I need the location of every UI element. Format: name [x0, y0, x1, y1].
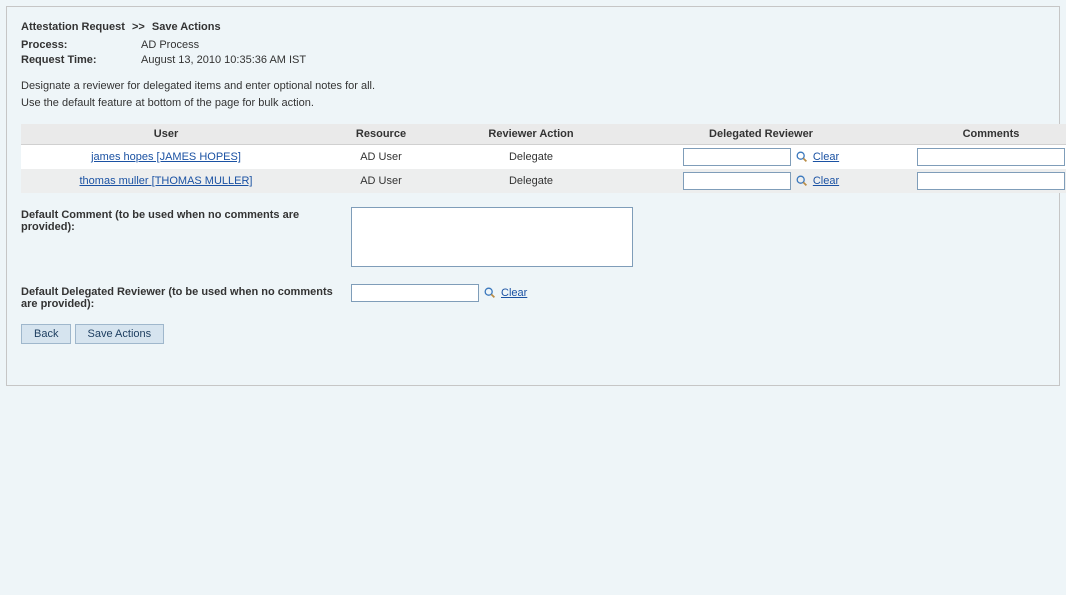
actions-table: User Resource Reviewer Action Delegated …: [21, 124, 1066, 193]
default-comment-textarea[interactable]: [351, 207, 633, 267]
action-cell: Delegate: [451, 169, 611, 193]
default-reviewer-label: Default Delegated Reviewer (to be used w…: [21, 284, 351, 310]
action-cell: Delegate: [451, 145, 611, 170]
save-actions-button[interactable]: Save Actions: [75, 324, 165, 344]
resource-cell: AD User: [311, 169, 451, 193]
button-row: Back Save Actions: [21, 324, 1045, 344]
table-header-row: User Resource Reviewer Action Delegated …: [21, 124, 1066, 145]
breadcrumb-attestation: Attestation Request: [21, 21, 125, 33]
clear-link[interactable]: Clear: [501, 287, 527, 299]
default-comment-row: Default Comment (to be used when no comm…: [21, 207, 1045, 270]
comment-input[interactable]: [917, 148, 1065, 166]
user-link[interactable]: james hopes [JAMES HOPES]: [91, 151, 241, 163]
clear-link[interactable]: Clear: [813, 175, 839, 187]
user-link[interactable]: thomas muller [THOMAS MULLER]: [80, 175, 253, 187]
save-actions-panel: Attestation Request >> Save Actions Proc…: [6, 6, 1060, 386]
request-time-label: Request Time:: [21, 54, 141, 66]
default-comment-label: Default Comment (to be used when no comm…: [21, 207, 351, 233]
reviewer-cell: Clear: [617, 148, 905, 166]
default-reviewer-row: Default Delegated Reviewer (to be used w…: [21, 284, 1045, 310]
reviewer-input[interactable]: [683, 172, 791, 190]
col-user: User: [21, 124, 311, 145]
instructions: Designate a reviewer for delegated items…: [21, 78, 1045, 112]
col-resource: Resource: [311, 124, 451, 145]
reviewer-cell: Clear: [617, 172, 905, 190]
default-reviewer-input[interactable]: [351, 284, 479, 302]
breadcrumb: Attestation Request >> Save Actions: [21, 21, 1045, 33]
breadcrumb-sep: >>: [132, 21, 145, 33]
request-time-value: August 13, 2010 10:35:36 AM IST: [141, 54, 306, 66]
clear-link[interactable]: Clear: [813, 151, 839, 163]
back-button[interactable]: Back: [21, 324, 71, 344]
resource-cell: AD User: [311, 145, 451, 170]
meta-request-time: Request Time: August 13, 2010 10:35:36 A…: [21, 54, 1045, 66]
meta-process: Process: AD Process: [21, 39, 1045, 51]
breadcrumb-save-actions: Save Actions: [152, 21, 221, 33]
instructions-line2: Use the default feature at bottom of the…: [21, 95, 1045, 112]
process-label: Process:: [21, 39, 141, 51]
reviewer-input[interactable]: [683, 148, 791, 166]
defaults-section: Default Comment (to be used when no comm…: [21, 207, 1045, 310]
default-reviewer-cell: Clear: [351, 284, 527, 302]
comment-input[interactable]: [917, 172, 1065, 190]
table-row: thomas muller [THOMAS MULLER] AD User De…: [21, 169, 1066, 193]
col-action: Reviewer Action: [451, 124, 611, 145]
instructions-line1: Designate a reviewer for delegated items…: [21, 78, 1045, 95]
col-comments: Comments: [911, 124, 1066, 145]
search-icon[interactable]: [483, 286, 497, 300]
process-value: AD Process: [141, 39, 199, 51]
col-reviewer: Delegated Reviewer: [611, 124, 911, 145]
search-icon[interactable]: [795, 174, 809, 188]
table-row: james hopes [JAMES HOPES] AD User Delega…: [21, 145, 1066, 170]
search-icon[interactable]: [795, 150, 809, 164]
